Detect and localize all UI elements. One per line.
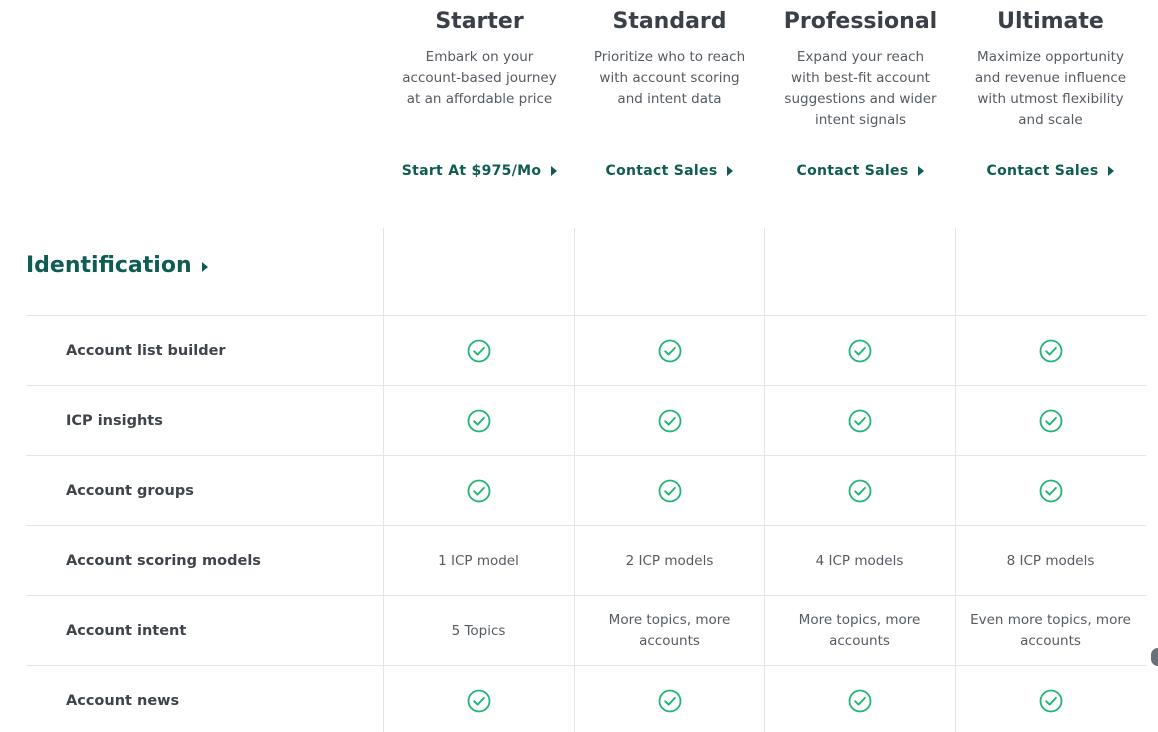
feature-cell bbox=[383, 456, 574, 526]
feature-row: ICP insights bbox=[26, 385, 1146, 455]
feature-cell bbox=[764, 456, 955, 526]
section-identification-toggle[interactable]: Identification bbox=[26, 250, 208, 280]
check-circle-icon bbox=[848, 479, 871, 503]
plan-description: Maximize opportunity and revenue influen… bbox=[974, 49, 1127, 128]
cta-label: Contact Sales bbox=[605, 163, 718, 179]
cta-label: Contact Sales bbox=[796, 163, 909, 179]
plan-name: Professional bbox=[783, 9, 938, 34]
feature-cell bbox=[383, 666, 574, 732]
check-circle-icon bbox=[658, 339, 681, 363]
feature-value: 1 ICP model bbox=[438, 552, 519, 569]
plan-description: Expand your reach with best-fit account … bbox=[784, 49, 937, 128]
check-circle-icon bbox=[658, 409, 681, 433]
plan-name: Standard bbox=[612, 9, 727, 34]
feature-value: More topics, more accounts bbox=[608, 612, 731, 649]
contact-sales-link[interactable]: Contact Sales bbox=[574, 160, 765, 182]
feature-cell bbox=[955, 316, 1146, 386]
check-circle-icon bbox=[467, 339, 490, 363]
feature-cell bbox=[574, 386, 765, 456]
feature-row: Account intent 5 Topics More topics, more … bbox=[26, 595, 1146, 665]
cta-label: Contact Sales bbox=[986, 163, 1099, 179]
check-circle-icon bbox=[848, 409, 871, 433]
feature-row: Account scoring models 1 ICP model 2 ICP m… bbox=[26, 525, 1146, 595]
plan-professional: Professional Expand your reach with best… bbox=[765, 0, 956, 179]
plan-starter: Starter Embark on your account-based jou… bbox=[384, 0, 575, 179]
feature-value: More topics, more accounts bbox=[798, 612, 921, 649]
feature-value: 2 ICP models bbox=[625, 552, 714, 569]
feature-label: Account groups bbox=[66, 483, 194, 499]
check-circle-icon bbox=[1039, 479, 1062, 503]
feature-value: 8 ICP models bbox=[1006, 552, 1095, 569]
plan-description: Embark on your account-based journey at … bbox=[402, 49, 557, 107]
check-circle-icon bbox=[658, 479, 681, 503]
section-title: Identification bbox=[26, 252, 192, 278]
caret-right-icon bbox=[918, 166, 925, 176]
feature-label: Account intent bbox=[66, 623, 187, 639]
feature-value: Even more topics, more accounts bbox=[970, 612, 1131, 649]
caret-right-icon bbox=[1108, 166, 1115, 176]
check-circle-icon bbox=[467, 689, 490, 713]
cta-label: Start At $975/Mo bbox=[401, 163, 542, 179]
plan-ultimate: Ultimate Maximize opportunity and revenu… bbox=[955, 0, 1146, 179]
caret-right-icon bbox=[727, 166, 734, 176]
feature-cell bbox=[383, 386, 574, 456]
pricing-comparison: Starter Embark on your account-based jou… bbox=[0, 0, 1158, 732]
feature-cell bbox=[574, 456, 765, 526]
feature-value: 4 ICP models bbox=[815, 552, 904, 569]
contact-sales-link[interactable]: Contact Sales bbox=[765, 160, 956, 182]
feature-cell bbox=[955, 456, 1146, 526]
check-circle-icon bbox=[467, 479, 490, 503]
feature-label: Account scoring models bbox=[66, 553, 261, 569]
plan-description: Prioritize who to reach with account sco… bbox=[593, 49, 746, 107]
plan-name: Ultimate bbox=[997, 9, 1104, 34]
feature-cell bbox=[383, 316, 574, 386]
check-circle-icon bbox=[848, 339, 871, 363]
check-circle-icon bbox=[848, 689, 871, 713]
feature-label: Account list builder bbox=[66, 343, 226, 359]
feature-row: Account groups bbox=[26, 455, 1146, 525]
check-circle-icon bbox=[1039, 409, 1062, 433]
plan-standard: Standard Prioritize who to reach with ac… bbox=[574, 0, 765, 179]
contact-sales-link[interactable]: Contact Sales bbox=[955, 160, 1146, 182]
feature-cell bbox=[574, 666, 765, 732]
start-at-price-link[interactable]: Start At $975/Mo bbox=[384, 160, 575, 182]
feature-cell bbox=[764, 666, 955, 732]
feature-cell bbox=[955, 386, 1146, 456]
caret-right-icon bbox=[201, 262, 208, 272]
feature-label: Account news bbox=[66, 693, 180, 709]
feature-row: Account news bbox=[26, 665, 1146, 732]
check-circle-icon bbox=[1039, 339, 1062, 363]
check-circle-icon bbox=[467, 409, 490, 433]
caret-right-icon bbox=[551, 166, 558, 176]
feature-value: 5 Topics bbox=[451, 622, 506, 639]
feature-row: Account list builder bbox=[26, 315, 1146, 385]
scroll-handle[interactable] bbox=[1151, 648, 1158, 666]
check-circle-icon bbox=[1039, 689, 1062, 713]
feature-cell bbox=[764, 386, 955, 456]
feature-cell bbox=[764, 316, 955, 386]
check-circle-icon bbox=[658, 689, 681, 713]
feature-label: ICP insights bbox=[66, 413, 163, 429]
plan-name: Starter bbox=[435, 9, 524, 34]
feature-cell bbox=[955, 666, 1146, 732]
feature-cell bbox=[574, 316, 765, 386]
